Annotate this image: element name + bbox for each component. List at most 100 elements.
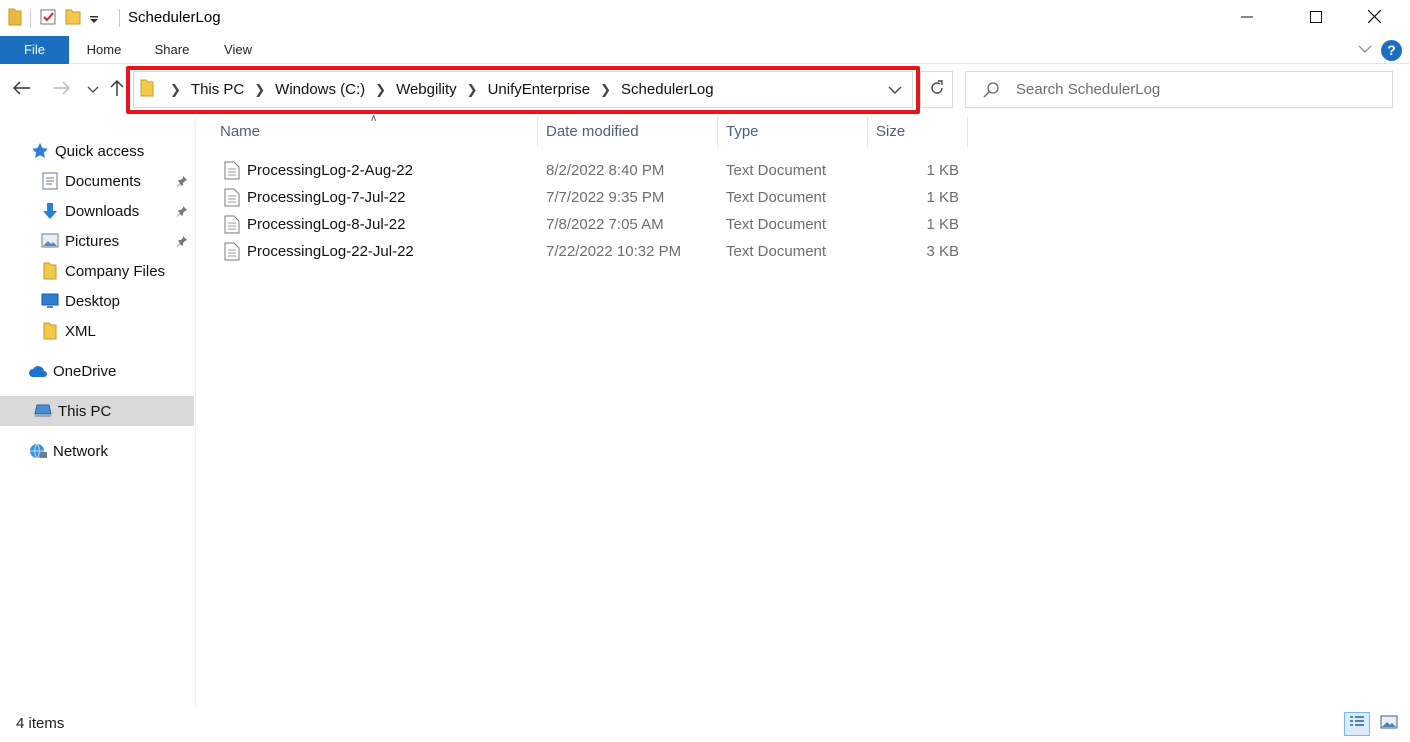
breadcrumb-webgility[interactable]: Webgility xyxy=(396,81,457,98)
desktop-icon xyxy=(40,291,60,311)
help-icon[interactable]: ? xyxy=(1381,40,1402,61)
search-input[interactable] xyxy=(1016,72,1376,107)
file-type: Text Document xyxy=(726,162,827,179)
column-headers: ∧ Name Date modified Type Size xyxy=(212,113,972,147)
file-name: ProcessingLog-2-Aug-22 xyxy=(247,162,413,179)
pin-icon[interactable] xyxy=(176,234,188,251)
sidebar-item-label: Downloads xyxy=(65,202,140,220)
file-row[interactable]: ProcessingLog-2-Aug-22 8/2/2022 8:40 PM … xyxy=(212,157,972,184)
ribbon: File Home Share View ? xyxy=(0,36,1410,64)
column-header-type[interactable]: Type xyxy=(718,117,868,147)
bottom-edge xyxy=(0,738,1410,742)
search-box[interactable] xyxy=(965,71,1393,108)
back-button[interactable] xyxy=(11,78,33,102)
folder-icon xyxy=(40,261,60,281)
column-header-name[interactable]: Name xyxy=(212,117,538,147)
chevron-down-icon xyxy=(87,82,99,99)
chevron-right-icon[interactable]: ❯ xyxy=(600,82,611,98)
file-name: ProcessingLog-7-Jul-22 xyxy=(247,189,406,206)
pin-icon[interactable] xyxy=(176,204,188,221)
pictures-icon xyxy=(40,231,60,251)
address-bar[interactable]: ❯ This PC ❯ Windows (C:) ❯ Webgility ❯ U… xyxy=(133,71,913,108)
sidebar-item-this-pc[interactable]: This PC xyxy=(0,396,194,426)
pin-icon[interactable] xyxy=(176,174,188,191)
download-arrow-icon xyxy=(40,201,60,221)
tab-file[interactable]: File xyxy=(0,36,69,64)
chevron-right-icon[interactable]: ❯ xyxy=(467,82,478,98)
tab-view[interactable]: View xyxy=(218,36,258,64)
minimize-button[interactable] xyxy=(1224,0,1270,36)
up-button[interactable] xyxy=(106,78,128,102)
sidebar-item-label: This PC xyxy=(58,402,112,420)
quick-access-toolbar xyxy=(8,8,99,30)
breadcrumb-this-pc[interactable]: This PC xyxy=(191,81,244,98)
refresh-button[interactable] xyxy=(920,71,953,108)
chevron-right-icon[interactable]: ❯ xyxy=(254,82,265,98)
breadcrumb-windows-c[interactable]: Windows (C:) xyxy=(275,81,365,98)
back-arrow-icon xyxy=(13,81,31,99)
up-arrow-icon xyxy=(110,79,124,101)
sidebar-item-label: XML xyxy=(65,322,96,340)
file-row[interactable]: ProcessingLog-22-Jul-22 7/22/2022 10:32 … xyxy=(212,238,972,265)
file-row[interactable]: ProcessingLog-7-Jul-22 7/7/2022 9:35 PM … xyxy=(212,184,972,211)
title-bar: SchedulerLog xyxy=(0,0,1410,36)
title-divider xyxy=(119,9,120,27)
sidebar-item-documents[interactable]: Documents xyxy=(0,166,194,196)
sidebar-item-downloads[interactable]: Downloads xyxy=(0,196,194,226)
navigation-bar: ❯ This PC ❯ Windows (C:) ❯ Webgility ❯ U… xyxy=(0,66,1410,114)
sidebar-item-label: Company Files xyxy=(65,262,166,280)
column-header-date-modified[interactable]: Date modified xyxy=(538,117,718,147)
documents-icon xyxy=(40,171,60,191)
breadcrumb-unifyenterprise[interactable]: UnifyEnterprise xyxy=(488,81,591,98)
cloud-icon xyxy=(28,361,48,381)
file-date: 7/22/2022 10:32 PM xyxy=(546,243,682,260)
refresh-icon xyxy=(929,79,945,100)
recent-locations-button[interactable] xyxy=(82,78,104,102)
sidebar-item-desktop[interactable]: Desktop xyxy=(0,286,194,316)
chevron-right-icon[interactable]: ❯ xyxy=(375,82,386,98)
sidebar-item-label: Desktop xyxy=(65,292,121,310)
expand-ribbon-icon[interactable] xyxy=(1358,42,1372,60)
large-icons-view-button[interactable] xyxy=(1376,712,1402,736)
forward-button[interactable] xyxy=(50,78,72,102)
file-size: 3 KB xyxy=(926,243,959,260)
file-date: 7/8/2022 7:05 AM xyxy=(546,216,664,233)
breadcrumb-schedulerlog[interactable]: SchedulerLog xyxy=(621,81,714,98)
breadcrumb: ❯ This PC ❯ Windows (C:) ❯ Webgility ❯ U… xyxy=(140,72,714,107)
chevron-right-icon[interactable]: ❯ xyxy=(170,82,181,98)
file-size: 1 KB xyxy=(926,189,959,206)
column-header-size[interactable]: Size xyxy=(868,117,968,147)
file-type: Text Document xyxy=(726,189,827,206)
maximize-icon xyxy=(1310,10,1322,27)
maximize-button[interactable] xyxy=(1293,0,1339,36)
sidebar-item-pictures[interactable]: Pictures xyxy=(0,226,194,256)
text-file-icon xyxy=(224,188,240,211)
sidebar-item-quick-access[interactable]: Quick access xyxy=(0,136,194,166)
tab-share[interactable]: Share xyxy=(150,36,194,64)
close-icon xyxy=(1367,9,1381,27)
sidebar-item-xml[interactable]: XML xyxy=(0,316,194,346)
sidebar-item-onedrive[interactable]: OneDrive xyxy=(0,356,194,386)
sidebar-item-label: Pictures xyxy=(65,232,120,250)
folder-icon[interactable] xyxy=(8,8,22,30)
search-icon xyxy=(982,81,1000,103)
file-row[interactable]: ProcessingLog-8-Jul-22 7/8/2022 7:05 AM … xyxy=(212,211,972,238)
view-switcher xyxy=(1344,712,1402,736)
details-view-icon xyxy=(1349,715,1365,733)
new-folder-icon[interactable] xyxy=(65,8,81,30)
sidebar-item-network[interactable]: Network xyxy=(0,436,194,466)
sidebar-item-label: OneDrive xyxy=(53,362,117,380)
toolbar-divider xyxy=(30,10,31,28)
customize-toolbar-icon[interactable] xyxy=(89,11,99,28)
text-file-icon xyxy=(224,161,240,184)
folder-icon xyxy=(40,321,60,341)
details-view-button[interactable] xyxy=(1344,712,1370,736)
large-icons-view-icon xyxy=(1380,715,1398,733)
close-button[interactable] xyxy=(1351,0,1397,36)
file-size: 1 KB xyxy=(926,162,959,179)
properties-icon[interactable] xyxy=(39,8,57,30)
sidebar-item-label: Quick access xyxy=(55,142,145,160)
sidebar-item-company-files[interactable]: Company Files xyxy=(0,256,194,286)
address-dropdown-icon[interactable] xyxy=(888,83,902,100)
tab-home[interactable]: Home xyxy=(80,36,128,64)
